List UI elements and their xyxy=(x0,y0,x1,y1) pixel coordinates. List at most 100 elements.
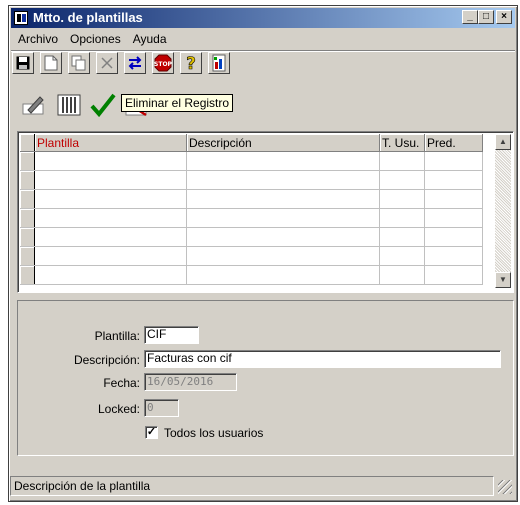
plantilla-label: Plantilla: xyxy=(94,329,140,343)
table-row[interactable] xyxy=(20,189,483,209)
row-selector[interactable] xyxy=(20,265,35,285)
todos-usuarios-checkbox[interactable]: ✓ xyxy=(145,426,158,439)
table-row[interactable] xyxy=(20,227,483,247)
plantilla-field[interactable]: CIF xyxy=(144,326,199,344)
descripcion-label: Descripción: xyxy=(73,353,140,367)
cell-descripcion[interactable] xyxy=(186,227,380,247)
table-row[interactable] xyxy=(20,170,483,190)
checkmark-icon xyxy=(90,93,116,117)
save-button[interactable] xyxy=(12,52,34,74)
cell-plantilla[interactable] xyxy=(34,227,187,247)
help-icon: ? xyxy=(186,54,196,72)
table-row[interactable] xyxy=(20,246,483,266)
fecha-field: 16/05/2016 xyxy=(144,373,237,391)
maximize-button[interactable]: □ xyxy=(478,10,494,24)
window-title: Mtto. de plantillas xyxy=(33,10,143,25)
todos-usuarios-label[interactable]: Todos los usuarios xyxy=(164,425,263,441)
table-row[interactable] xyxy=(20,265,483,285)
report-button[interactable] xyxy=(208,52,230,74)
row-selector[interactable] xyxy=(20,246,35,266)
cell-tusu[interactable] xyxy=(379,227,425,247)
col-header-pred[interactable]: Pred. xyxy=(424,134,483,152)
edit-pencil-icon xyxy=(22,96,44,115)
delete-icon xyxy=(101,57,113,69)
main-toolbar: STOP ? xyxy=(12,52,230,82)
cell-tusu[interactable] xyxy=(379,151,425,171)
cell-plantilla[interactable] xyxy=(34,246,187,266)
menu-ayuda[interactable]: Ayuda xyxy=(127,30,173,48)
row-selector[interactable] xyxy=(20,227,35,247)
col-header-descripcion[interactable]: Descripción xyxy=(186,134,380,152)
resize-grip[interactable] xyxy=(498,480,512,494)
svg-text:?: ? xyxy=(186,54,196,72)
cell-descripcion[interactable] xyxy=(186,189,380,209)
help-button[interactable]: ? xyxy=(180,52,202,74)
swap-icon xyxy=(128,56,142,70)
cell-descripcion[interactable] xyxy=(186,246,380,266)
grid-columns-icon xyxy=(57,94,81,116)
delete-record-tooltip: Eliminar el Registro xyxy=(121,94,234,112)
cell-pred[interactable] xyxy=(424,189,483,209)
row-selector[interactable] xyxy=(20,170,35,190)
edit-button[interactable] xyxy=(22,92,48,118)
confirm-button[interactable] xyxy=(90,92,116,118)
menu-opciones[interactable]: Opciones xyxy=(64,30,127,48)
row-selector-header xyxy=(20,134,35,152)
menu-bar: Archivo Opciones Ayuda xyxy=(12,30,173,48)
descripcion-field[interactable]: Facturas con cif xyxy=(144,350,501,368)
locked-label: Locked: xyxy=(97,402,140,416)
cell-tusu[interactable] xyxy=(379,170,425,190)
svg-text:STOP: STOP xyxy=(154,61,172,68)
cell-pred[interactable] xyxy=(424,227,483,247)
templates-grid[interactable]: Plantilla Descripción T. Usu. Pred. ▲ ▼ xyxy=(17,131,514,293)
fecha-label: Fecha: xyxy=(103,376,140,390)
row-selector[interactable] xyxy=(20,208,35,228)
locked-field: 0 xyxy=(144,399,179,417)
table-row[interactable] xyxy=(20,151,483,171)
status-bar: Descripción de la plantilla xyxy=(10,476,514,496)
swap-button[interactable] xyxy=(124,52,146,74)
cell-tusu[interactable] xyxy=(379,246,425,266)
cell-descripcion[interactable] xyxy=(186,265,380,285)
cell-pred[interactable] xyxy=(424,208,483,228)
stop-icon: STOP xyxy=(154,54,172,72)
cell-descripcion[interactable] xyxy=(186,151,380,171)
minimize-button[interactable]: _ xyxy=(462,10,478,24)
close-button[interactable]: × xyxy=(496,10,512,24)
cell-tusu[interactable] xyxy=(379,189,425,209)
cell-pred[interactable] xyxy=(424,265,483,285)
cell-pred[interactable] xyxy=(424,170,483,190)
cell-plantilla[interactable] xyxy=(34,170,187,190)
title-bar[interactable]: Mtto. de plantillas _ □ × xyxy=(11,8,515,28)
columns-button[interactable] xyxy=(56,92,82,118)
cell-plantilla[interactable] xyxy=(34,265,187,285)
copy-icon xyxy=(71,55,86,71)
cell-pred[interactable] xyxy=(424,246,483,266)
grid-vertical-scrollbar[interactable]: ▲ ▼ xyxy=(495,134,511,288)
table-row[interactable] xyxy=(20,208,483,228)
report-icon xyxy=(212,54,226,72)
new-button[interactable] xyxy=(40,52,62,74)
cell-descripcion[interactable] xyxy=(186,170,380,190)
cell-plantilla[interactable] xyxy=(34,151,187,171)
scroll-down-button[interactable]: ▼ xyxy=(495,272,511,288)
row-selector[interactable] xyxy=(20,151,35,171)
cell-descripcion[interactable] xyxy=(186,208,380,228)
cell-tusu[interactable] xyxy=(379,208,425,228)
copy-button[interactable] xyxy=(68,52,90,74)
new-icon xyxy=(44,55,58,71)
cell-plantilla[interactable] xyxy=(34,189,187,209)
menu-archivo[interactable]: Archivo xyxy=(12,30,64,48)
delete-button[interactable] xyxy=(96,52,118,74)
status-text: Descripción de la plantilla xyxy=(10,476,494,496)
cell-pred[interactable] xyxy=(424,151,483,171)
cell-plantilla[interactable] xyxy=(34,208,187,228)
stop-button[interactable]: STOP xyxy=(152,52,174,74)
col-header-tusu[interactable]: T. Usu. xyxy=(379,134,425,152)
row-selector[interactable] xyxy=(20,189,35,209)
scroll-up-button[interactable]: ▲ xyxy=(495,134,511,150)
app-icon[interactable] xyxy=(14,11,28,25)
grid-header-row: Plantilla Descripción T. Usu. Pred. xyxy=(20,134,483,152)
cell-tusu[interactable] xyxy=(379,265,425,285)
col-header-plantilla[interactable]: Plantilla xyxy=(34,134,187,152)
